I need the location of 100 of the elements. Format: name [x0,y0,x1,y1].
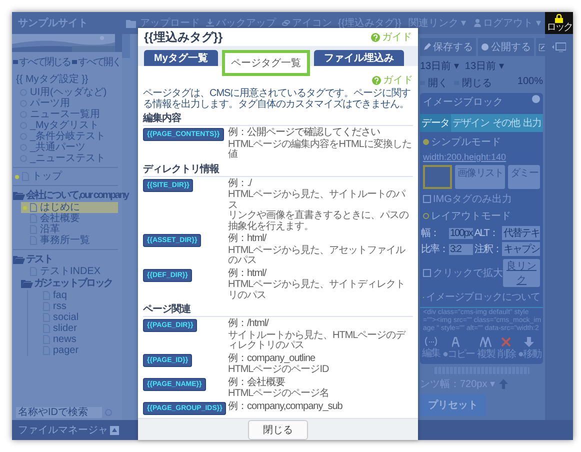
help-link[interactable]: イメージブロックについて [420,290,543,304]
pencil-icon [423,43,431,51]
example-text: 例：会社概要 [228,378,286,388]
delete-icon [501,337,512,347]
panel-title: ファイルマネージャ [17,424,109,437]
tag-description: HTMLページから見た、サイトルートのパス [228,190,407,210]
tag-description: HTMLページから見た、サイトディレクトリのパス [228,280,406,301]
collapse-button[interactable] [110,426,119,434]
preset-button[interactable]: プリセット [420,394,486,416]
guide-link[interactable]: ガイド [371,30,412,44]
expand-link[interactable]: すべて閉じる [13,55,70,69]
page-item[interactable]: トップ [13,171,118,182]
time-select[interactable]: 13日前 ▾ [464,59,504,73]
link-button[interactable]: 良リンク [503,259,540,287]
radio[interactable] [423,213,429,219]
lock-button[interactable]: ロック [545,12,573,34]
section-heading: 編集内容 [143,112,413,126]
description: ページタグは、CMSに用意されているタグです。ページに関する情報を出力します。タグ自体のカスタマイズはできません。 [143,88,412,110]
tag-description: HTMLページのページID [228,365,330,376]
field-label: 比率： [421,242,448,256]
folder-icon [21,279,33,288]
monitor-icon[interactable] [552,42,566,52]
mytag-item[interactable]: ニュース一覧用 [12,109,122,120]
close-button[interactable]: 閉じる [248,420,308,440]
caret-icon [112,428,117,432]
mytag-item[interactable]: パーツ用 [12,98,122,109]
user-icon [474,19,482,27]
section-heading: ページ関連 [143,303,413,317]
size-link[interactable]: width:200,height:140 [420,152,543,162]
mytag-item[interactable]: _共通パーツ [12,142,122,153]
time-select[interactable]: 13日前 ▾ [420,59,459,73]
tag-description: リンクや画像を直書きするときに、パスの抽象化を行えます。 [228,211,410,232]
tag-description: サイトルートから見た、HTMLページのディレクトリのパス [228,330,407,352]
panel-tab[interactable]: その他 [490,114,522,132]
input-field[interactable]: 100px [449,228,474,238]
folder-item[interactable]: テスト [13,253,52,266]
panel-tab[interactable]: データ [420,114,451,132]
page-item[interactable]: news [34,334,118,345]
guide-link[interactable]: ガイド [372,73,413,87]
folder-icon [13,255,25,264]
search-field[interactable]: 名称やIDで検索 [16,407,102,418]
tag-description: HTMLページの編集内容をHTMLに変換した値 [228,140,412,160]
tab[interactable]: Myタグ一覧 [144,50,218,66]
panel-tab[interactable]: 出力 [521,114,543,132]
toggle-link[interactable]: 閉じる [454,76,492,90]
save-button[interactable]: 保存する [420,38,476,56]
input-field[interactable]: 代替テキ [502,226,540,240]
example-text: 例：html/ [228,268,268,279]
mytag-item[interactable]: _ニューステスト [12,153,122,164]
brackets-icon [424,337,438,346]
field-label: 幅： [421,227,440,240]
tab[interactable]: ファイル埋込み [314,50,404,66]
radio[interactable] [423,139,429,145]
field-label: 注釈： [474,242,502,256]
section-title: {{ Myタグ設定 }} [15,72,90,87]
checkbox-option[interactable]: クリックで拡大 [423,259,503,287]
example-text: 例：company,company_sub [228,402,344,412]
lock-icon [555,14,563,22]
checkbox-option[interactable]: IMGタグのみ出力 [420,192,543,206]
page-item[interactable]: はじめに [21,202,118,213]
input-field[interactable]: 3:2 [449,244,474,254]
section-heading: ディレクトリ情報 [143,162,413,176]
folder-icon [126,18,138,28]
mytag-item[interactable]: _Myタグリスト [12,120,122,131]
mode-option[interactable]: レイアウトモード [420,209,543,223]
up-arrow-icon[interactable] [499,379,508,389]
folder-item[interactable]: ガジェットブロック [21,277,112,290]
input-field[interactable]: キャプシ [502,242,540,256]
panel-handle[interactable] [122,34,130,58]
font-icon [480,337,492,347]
mytag-item[interactable]: _条件分岐テスト [12,131,122,142]
image-thumbnail[interactable] [423,165,452,189]
page-item[interactable]: faq [34,290,118,301]
page-item[interactable]: 事務所一覧 [21,235,118,246]
dialog-title: {{埋込みタグ}} [144,28,223,46]
example-text: 例：./ [228,178,253,189]
page-item[interactable]: slider [34,323,118,334]
page-item[interactable]: rss [34,301,118,312]
panel-tab[interactable]: デザイン [450,114,491,132]
publish-button[interactable]: 公開する [478,38,534,56]
mode-option[interactable]: シンプルモード [420,135,543,149]
down-arrow-icon [524,337,534,347]
example-text: 例：/html/ [228,319,270,330]
example-text: 例：html/ [228,234,268,244]
expand-icon [539,44,545,50]
page-item[interactable]: social [34,312,118,323]
folder-item[interactable]: 会社について,our company [13,189,128,202]
link-icon [282,19,290,27]
tag-description: HTMLページのページ名 [228,389,330,400]
tab[interactable]: ページタグ一覧 [222,50,310,76]
page-item[interactable]: 会社概要 [21,213,118,224]
tag-description: HTMLページから見た、アセットファイルのパス [228,246,406,266]
page-item[interactable]: テストINDEX [21,266,118,277]
mytag-item[interactable]: UI用(ヘッダなど) [12,87,122,98]
download-icon [206,19,214,27]
expand-link[interactable]: すべて開く [72,55,120,69]
page-item[interactable]: 沿革 [21,224,118,235]
panel-title: イメージブロック [423,96,503,109]
toggle-link[interactable]: 開く [420,76,448,90]
page-item[interactable]: pager [34,345,118,356]
